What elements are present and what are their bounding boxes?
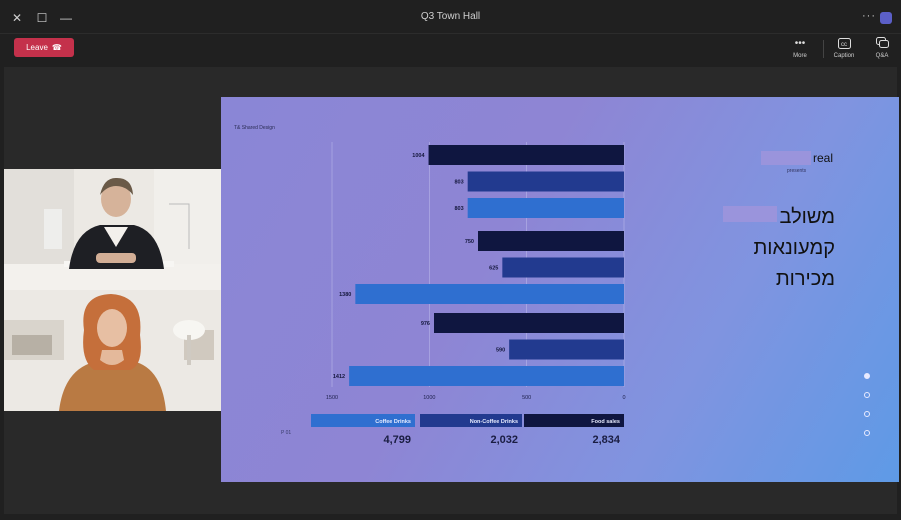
chart-bar: [467, 198, 624, 218]
chart-series-total: 2,834: [592, 434, 620, 446]
chart-data-label: 803: [454, 180, 463, 186]
toolbar-divider: [823, 40, 824, 58]
window-more-icon[interactable]: ···: [862, 10, 876, 22]
chart-bar: [355, 284, 624, 304]
slide-real-text: real: [813, 151, 834, 165]
chart-tick-label: 0: [622, 395, 625, 401]
chart-tick-label: 500: [522, 395, 531, 401]
chart-data-label: 625: [489, 266, 498, 272]
chart-data-label: 976: [421, 321, 430, 327]
leave-button[interactable]: Leave ☎: [14, 38, 74, 57]
meeting-toolbar: Leave ☎ ••• More cc Caption Q&A: [0, 34, 901, 67]
participant-video-tile[interactable]: [4, 290, 221, 411]
slide-dot[interactable]: [864, 411, 870, 417]
chart-data-label: 750: [465, 239, 474, 245]
chart-data-label: 1412: [333, 374, 345, 380]
shared-presentation-slide: T& Shared Design 0 500 1000 1500 1004 803 803 7…: [221, 97, 899, 482]
leave-label: Leave: [26, 43, 48, 52]
teams-logo-icon: [880, 12, 892, 24]
chart-bar: [467, 171, 624, 192]
participant-video-image: [4, 290, 221, 411]
slide-dot[interactable]: [864, 392, 870, 398]
more-button[interactable]: ••• More: [783, 36, 817, 64]
caption-button[interactable]: cc Caption: [827, 36, 861, 64]
slide-headline-line-1: משולב: [779, 206, 836, 228]
chart-bar: [349, 366, 624, 386]
qa-label: Q&A: [875, 53, 889, 59]
more-label: More: [793, 53, 807, 59]
caption-icon: cc: [837, 36, 851, 50]
chart-legend-label: Non-Coffee Drinks: [470, 419, 518, 425]
redacted-block: [761, 151, 811, 165]
qa-button[interactable]: Q&A: [865, 36, 899, 64]
slide-dot[interactable]: [864, 373, 870, 379]
chart-data-label: 1380: [339, 292, 351, 298]
chart-data-label: 803: [454, 206, 463, 212]
chart-bar: [478, 231, 624, 251]
chart-bar: [434, 313, 624, 333]
chart-bar: [428, 145, 624, 165]
chart-tick-label: 1000: [423, 395, 435, 401]
caption-label: Caption: [833, 53, 855, 59]
slide-page-label: P 01: [281, 430, 292, 436]
chart-series-total: 4,799: [383, 434, 411, 446]
svg-text:cc: cc: [841, 42, 847, 48]
slide-headline-line-2: קמעונאות: [753, 237, 835, 259]
chart-legend-label: Coffee Drinks: [375, 419, 411, 425]
title-bar: ✕ ☐ — Q3 Town Hall ···: [0, 0, 901, 34]
phone-hangup-icon: ☎: [51, 43, 62, 52]
slide-dot[interactable]: [864, 430, 870, 436]
qa-icon: [875, 36, 889, 50]
window-title: Q3 Town Hall: [420, 11, 481, 22]
redacted-block: [723, 206, 777, 222]
slide-headline-line-3: מכירות: [775, 268, 835, 290]
more-icon: •••: [794, 37, 806, 49]
chart-series-total: 2,032: [490, 434, 518, 446]
participant-video-image: [4, 169, 221, 290]
chart-tick-label: 1500: [326, 395, 338, 401]
chart-legend-label: Food sales: [591, 419, 620, 425]
participant-video-tile[interactable]: [4, 169, 221, 290]
chart-bar: [509, 339, 624, 360]
chart-data-label: 590: [496, 348, 505, 354]
chart-bar: [502, 257, 624, 278]
chart-data-label: 1004: [412, 153, 425, 159]
teams-meeting-window: ✕ ☐ — Q3 Town Hall ··· Leave ☎ ••• More …: [0, 0, 901, 520]
slide-presents-text: presents: [787, 168, 807, 174]
